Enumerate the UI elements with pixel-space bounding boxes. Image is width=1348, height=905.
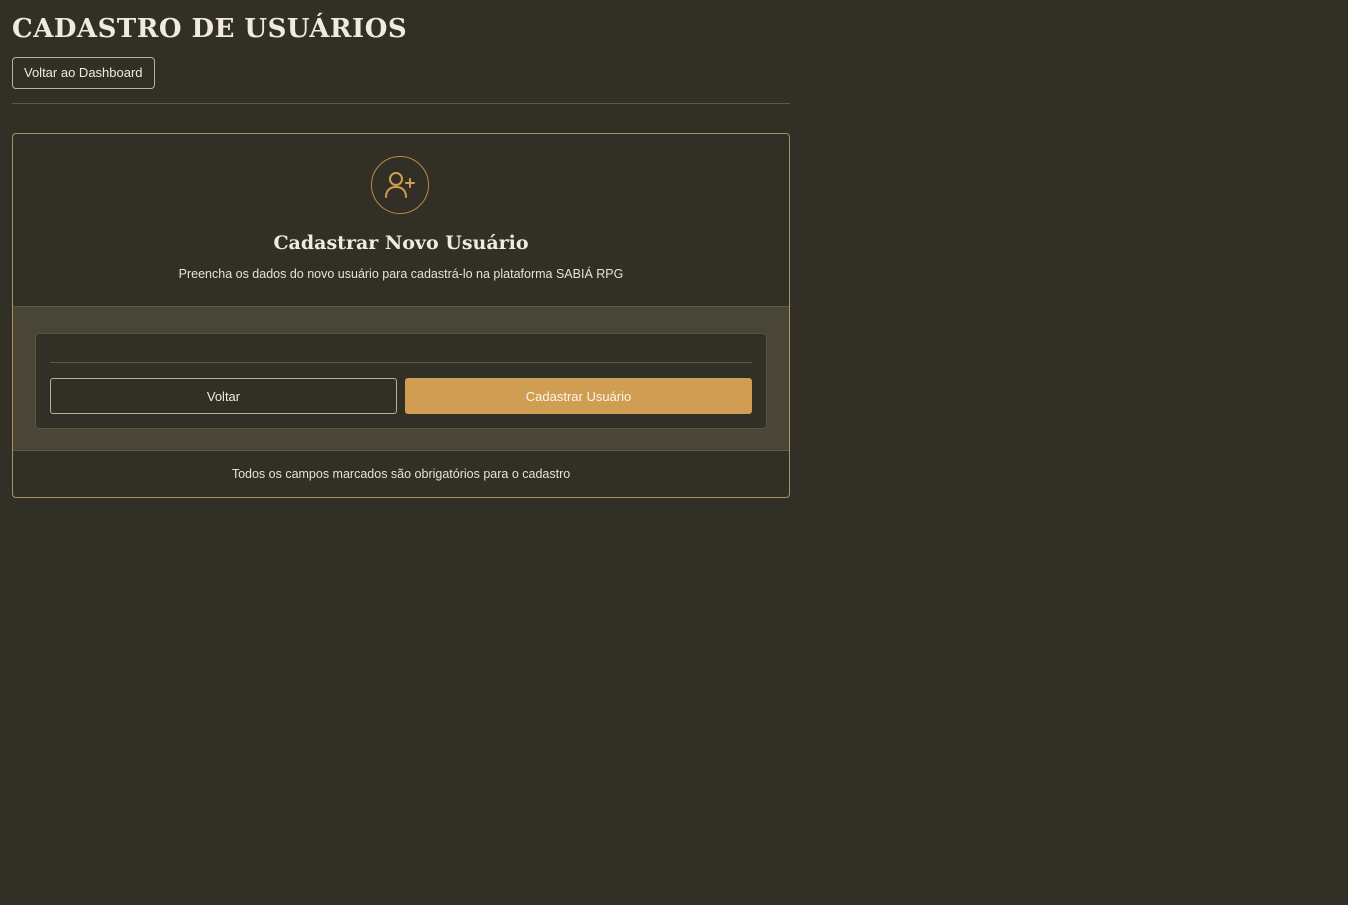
header-divider [12,103,790,104]
card-title: Cadastrar Novo Usuário [273,232,529,254]
back-button[interactable]: Voltar [50,378,397,414]
register-user-button[interactable]: Cadastrar Usuário [405,378,752,414]
page-title: CADASTRO DE USUÁRIOS [12,14,408,44]
card-subtitle: Preencha os dados do novo usuário para c… [178,267,624,281]
required-fields-note: Todos os campos marcados são obrigatório… [231,467,571,481]
user-plus-icon [371,156,429,214]
page: CADASTRO DE USUÁRIOS Voltar ao Dashboard… [0,0,1348,905]
back-to-dashboard-button[interactable]: Voltar ao Dashboard [12,57,155,89]
form-divider [50,362,752,363]
register-user-card: Cadastrar Novo Usuário Preencha os dados… [12,133,790,498]
card-body: Voltar Cadastrar Usuário [13,306,789,451]
card-header: Cadastrar Novo Usuário Preencha os dados… [13,134,789,306]
form-panel: Voltar Cadastrar Usuário [35,333,767,429]
